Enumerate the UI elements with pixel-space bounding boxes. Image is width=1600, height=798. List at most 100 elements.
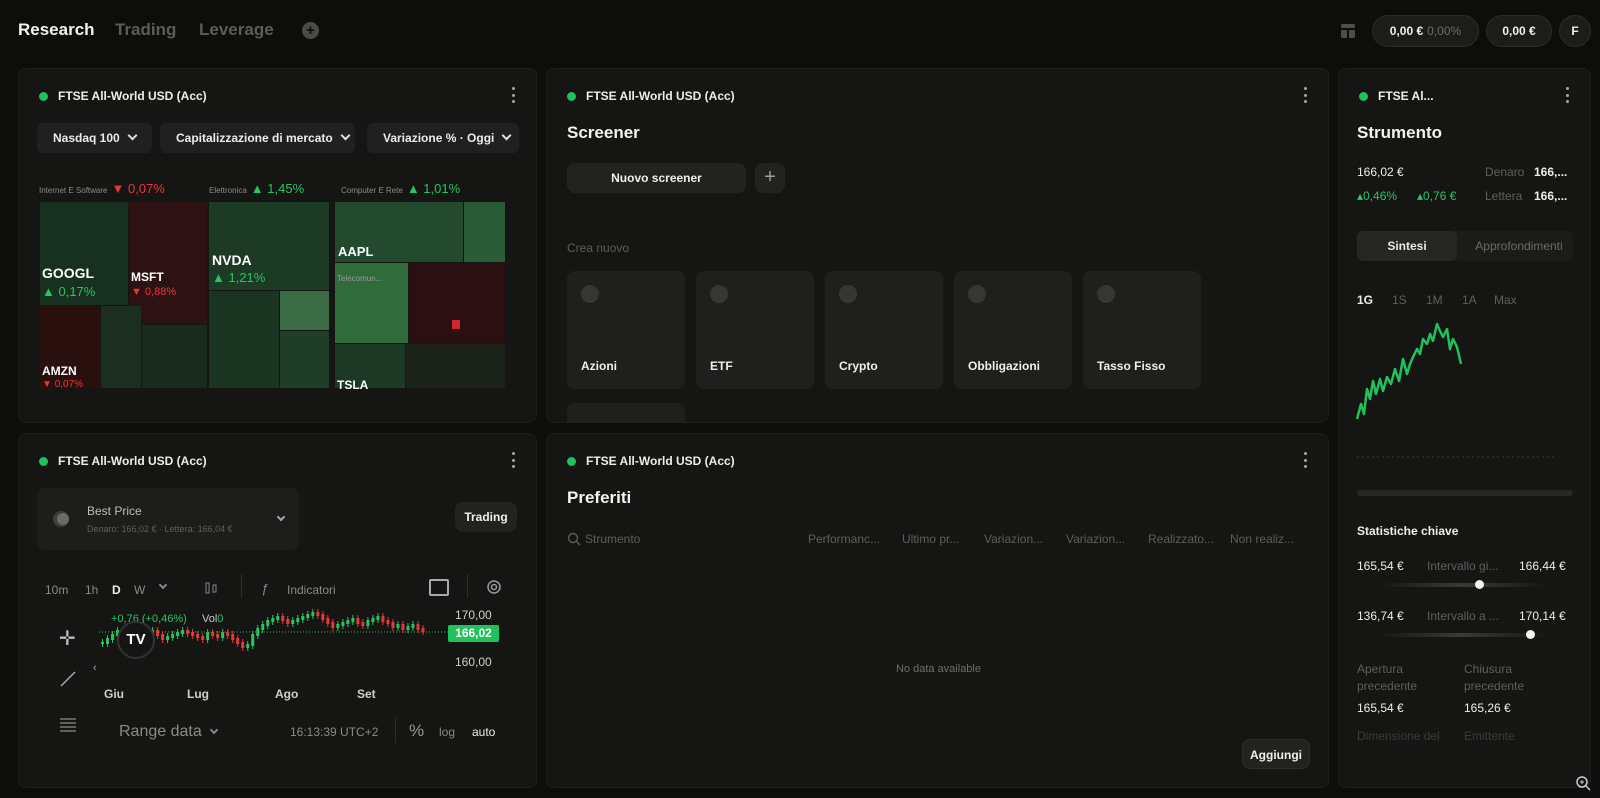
add-screener-icon[interactable]: + <box>755 163 785 193</box>
card-azioni[interactable]: Azioni <box>567 271 685 389</box>
day-range-low: 165,54 € <box>1357 559 1404 573</box>
segmented-control: Sintesi Approfondimenti <box>1357 231 1573 261</box>
column-performance[interactable]: Performanc... <box>808 532 880 546</box>
card-tasso-fisso[interactable]: Tasso Fisso <box>1083 271 1201 389</box>
color-metric-dropdown[interactable]: Variazione % · Oggi <box>367 123 519 153</box>
tile-small[interactable] <box>142 325 207 388</box>
candle-body <box>266 620 270 626</box>
period-1g[interactable]: 1G <box>1357 293 1373 307</box>
add-favorite-button[interactable]: Aggiungi <box>1242 739 1310 769</box>
fullscreen-icon[interactable] <box>429 579 449 596</box>
avatar[interactable]: F <box>1559 15 1591 47</box>
tab-research[interactable]: Research <box>18 20 95 40</box>
ask-value: 166,... <box>1534 189 1568 203</box>
more-menu-icon[interactable] <box>512 87 516 103</box>
card-etf[interactable]: ETF <box>696 271 814 389</box>
add-tab-icon[interactable]: + <box>302 22 319 39</box>
portfolio-value-pill[interactable]: 0,00 €0,00% <box>1372 15 1479 47</box>
interval-w[interactable]: W <box>134 583 145 597</box>
trend-line-icon[interactable] <box>59 670 77 688</box>
period-1s[interactable]: 1S <box>1392 293 1407 307</box>
column-unrealized[interactable]: Non realiz... <box>1230 532 1294 546</box>
new-screener-button[interactable]: Nuovo screener <box>567 163 746 193</box>
status-dot <box>39 456 48 466</box>
more-menu-icon[interactable] <box>1304 87 1308 103</box>
tile-label-telecom: Telecomun... <box>337 274 383 283</box>
bank-icon <box>1097 285 1115 303</box>
candle-body <box>296 618 300 622</box>
candle-body <box>276 616 280 620</box>
pie-icon <box>710 285 728 303</box>
tab-leverage[interactable]: Leverage <box>199 20 274 40</box>
candle-body <box>336 624 340 628</box>
tile-small[interactable] <box>452 320 460 329</box>
tile-small[interactable] <box>409 263 505 343</box>
card-crypto[interactable]: Crypto <box>825 271 943 389</box>
price-tick-170: 170,00 <box>455 608 492 622</box>
candle-body <box>366 620 370 626</box>
crosshair-icon[interactable]: ✛ <box>59 626 76 651</box>
interval-1h[interactable]: 1h <box>85 583 98 597</box>
tab-trading[interactable]: Trading <box>115 20 176 40</box>
percent-scale-toggle[interactable]: % <box>409 721 424 741</box>
column-change[interactable]: Variazion... <box>984 532 1043 546</box>
tile-small[interactable] <box>280 331 329 388</box>
panel-title: FTSE All-World USD (Acc) <box>567 89 735 103</box>
column-strumento[interactable]: Strumento <box>585 532 640 546</box>
candle-body <box>211 632 215 636</box>
period-1m[interactable]: 1M <box>1426 293 1443 307</box>
intervals-chevron-icon[interactable] <box>158 580 168 590</box>
tile-small[interactable] <box>406 344 505 388</box>
interval-d[interactable]: D <box>112 583 121 597</box>
portfolio-value: 0,00 € <box>1389 24 1424 38</box>
size-metric-dropdown[interactable]: Capitalizzazione di mercato <box>160 123 355 153</box>
more-menu-icon[interactable] <box>512 452 516 468</box>
cash-pill[interactable]: 0,00 € <box>1486 15 1552 47</box>
candle-body <box>286 619 290 624</box>
tile-small[interactable] <box>280 291 329 330</box>
column-realized[interactable]: Realizzato... <box>1148 532 1214 546</box>
candle-body <box>241 642 245 648</box>
interval-10m[interactable]: 10m <box>45 583 68 597</box>
candle-body <box>281 616 285 621</box>
chart-scroll-left-icon[interactable]: ‹ <box>93 662 97 674</box>
heatmap-panel: FTSE All-World USD (Acc) Nasdaq 100 Capi… <box>18 68 537 423</box>
auto-scale-toggle[interactable]: auto <box>472 725 495 739</box>
venue-selector[interactable]: Best Price Denaro: 166,02 € · Lettera: 1… <box>37 488 299 550</box>
tab-sintesi[interactable]: Sintesi <box>1357 231 1457 261</box>
tile-small[interactable] <box>101 306 141 388</box>
candles-icon[interactable] <box>204 580 218 596</box>
column-change-pct[interactable]: Variazion... <box>1066 532 1125 546</box>
card-obbligazioni[interactable]: Obbligazioni <box>954 271 1072 389</box>
settings-gear-icon[interactable] <box>486 579 502 595</box>
zoom-in-icon[interactable] <box>1575 775 1591 791</box>
empty-state-text: No data available <box>895 663 981 675</box>
index-dropdown[interactable]: Nasdaq 100 <box>37 123 152 153</box>
layout-icon[interactable] <box>1340 23 1356 39</box>
period-1a[interactable]: 1A <box>1462 293 1477 307</box>
tile-small[interactable] <box>464 202 505 262</box>
screener-panel: FTSE All-World USD (Acc) Screener Nuovo … <box>546 68 1329 423</box>
toolbar-divider <box>467 574 468 598</box>
tradingview-logo[interactable]: TV <box>117 621 155 659</box>
tile-small[interactable] <box>209 291 279 388</box>
coin-icon <box>839 285 857 303</box>
column-last-price[interactable]: Ultimo pr... <box>902 532 959 546</box>
tile-label-nvda: NVDA <box>212 252 252 268</box>
bid-value: 166,... <box>1534 165 1568 179</box>
tab-approfondimenti[interactable]: Approfondimenti <box>1465 231 1573 261</box>
more-menu-icon[interactable] <box>1566 87 1570 103</box>
range-data-button[interactable]: Range data <box>119 723 218 741</box>
formula-icon[interactable]: ƒ <box>261 581 268 596</box>
create-new-label: Crea nuovo <box>567 241 630 255</box>
period-max[interactable]: Max <box>1494 293 1517 307</box>
trading-button[interactable]: Trading <box>455 502 517 532</box>
more-menu-icon[interactable] <box>1304 452 1308 468</box>
card-more[interactable] <box>567 403 685 422</box>
text-lines-icon[interactable] <box>59 716 77 732</box>
x-tick-lug: Lug <box>187 687 209 701</box>
timeline-scrollbar[interactable] <box>1357 490 1573 496</box>
indicators-button[interactable]: Indicatori <box>287 583 336 597</box>
top-bar: Research Trading Leverage + 0,00 €0,00% … <box>0 0 1600 64</box>
log-scale-toggle[interactable]: log <box>439 725 455 739</box>
